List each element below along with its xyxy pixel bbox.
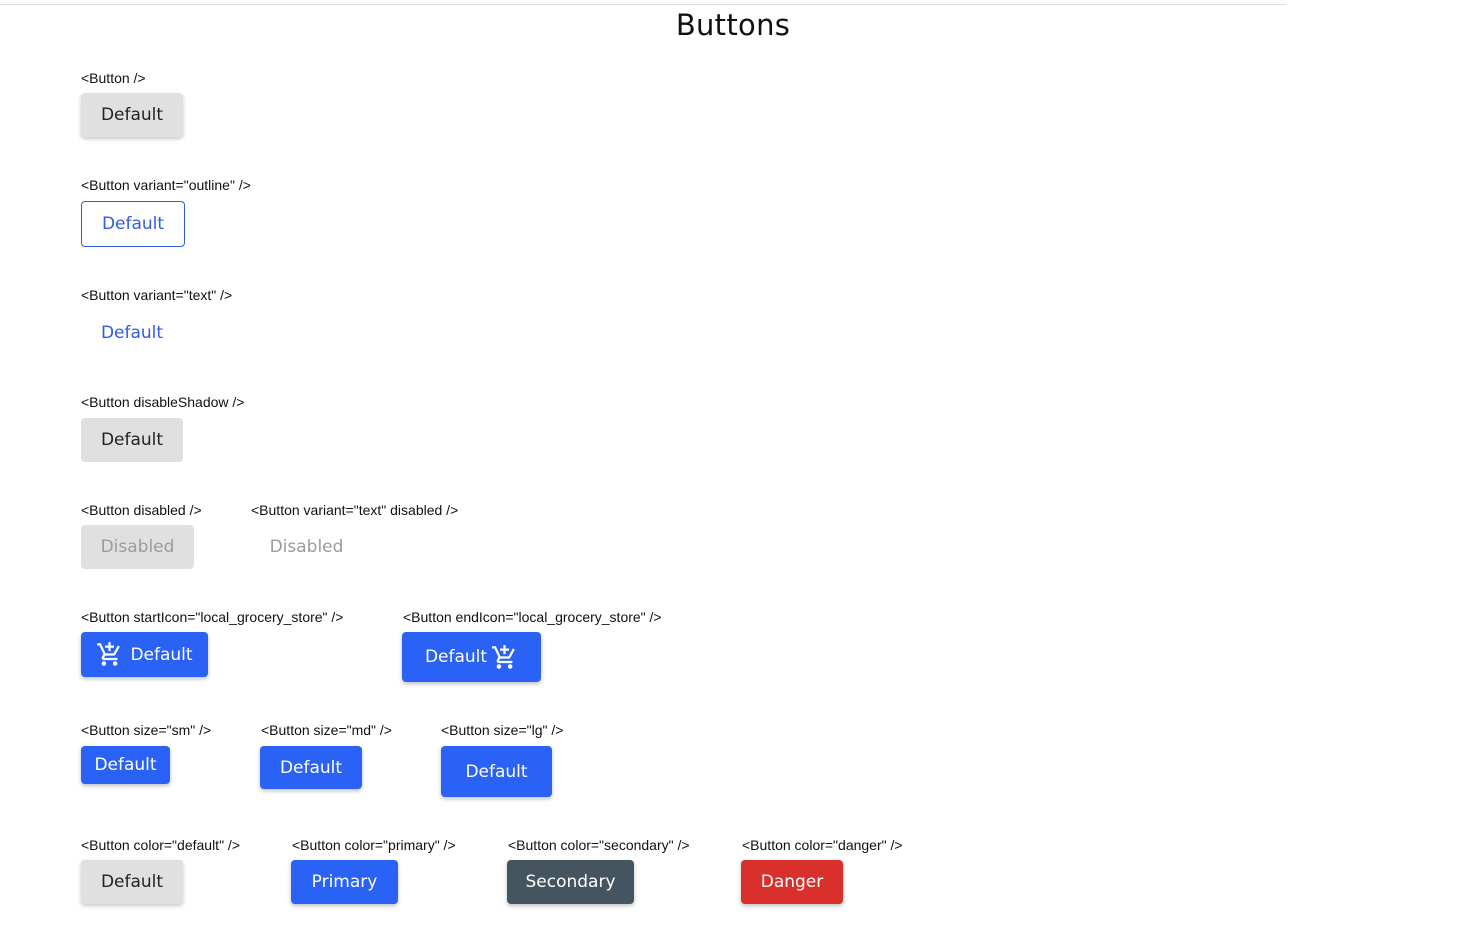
start-icon-button[interactable]: Default [81,632,208,677]
color-danger-button[interactable]: Danger [741,860,843,904]
end-icon-button[interactable]: Default [402,632,541,682]
label-disabled: <Button disabled /> [81,502,202,518]
label-color-primary: <Button color="primary" /> [292,837,456,853]
default-button[interactable]: Default [81,93,183,137]
color-default-button[interactable]: Default [81,860,183,904]
size-md-button[interactable]: Default [260,746,362,789]
label-text-disabled: <Button variant="text" disabled /> [251,502,459,518]
text-disabled-button: Disabled [269,537,344,557]
color-primary-button[interactable]: Primary [291,860,398,904]
label-end-icon: <Button endIcon="local_grocery_store" /> [403,609,662,625]
label-size-sm: <Button size="sm" /> [81,722,212,738]
label-outline: <Button variant="outline" /> [81,177,251,193]
top-divider [0,4,1286,5]
label-start-icon: <Button startIcon="local_grocery_store" … [81,609,344,625]
label-size-md: <Button size="md" /> [261,722,392,738]
label-color-secondary: <Button color="secondary" /> [508,837,690,853]
start-icon-button-label: Default [130,644,193,665]
size-lg-button[interactable]: Default [441,746,552,797]
local-grocery-store-icon [96,641,123,668]
size-sm-button[interactable]: Default [81,746,170,784]
label-no-shadow: <Button disableShadow /> [81,394,245,410]
outline-button[interactable]: Default [81,201,185,247]
disabled-button: Disabled [81,525,194,569]
end-icon-button-label: Default [424,647,488,667]
label-color-default: <Button color="default" /> [81,837,240,853]
text-button[interactable]: Default [81,311,183,355]
color-secondary-button[interactable]: Secondary [507,860,634,904]
label-basic: <Button /> [81,70,146,86]
no-shadow-button[interactable]: Default [81,418,183,462]
label-text: <Button variant="text" /> [81,287,233,303]
page-title: Buttons [675,8,791,42]
local-grocery-store-icon [491,644,518,671]
buttons-showcase-page: Buttons <Button /> Default <Button varia… [0,0,1462,942]
label-size-lg: <Button size="lg" /> [441,722,564,738]
label-color-danger: <Button color="danger" /> [742,837,903,853]
